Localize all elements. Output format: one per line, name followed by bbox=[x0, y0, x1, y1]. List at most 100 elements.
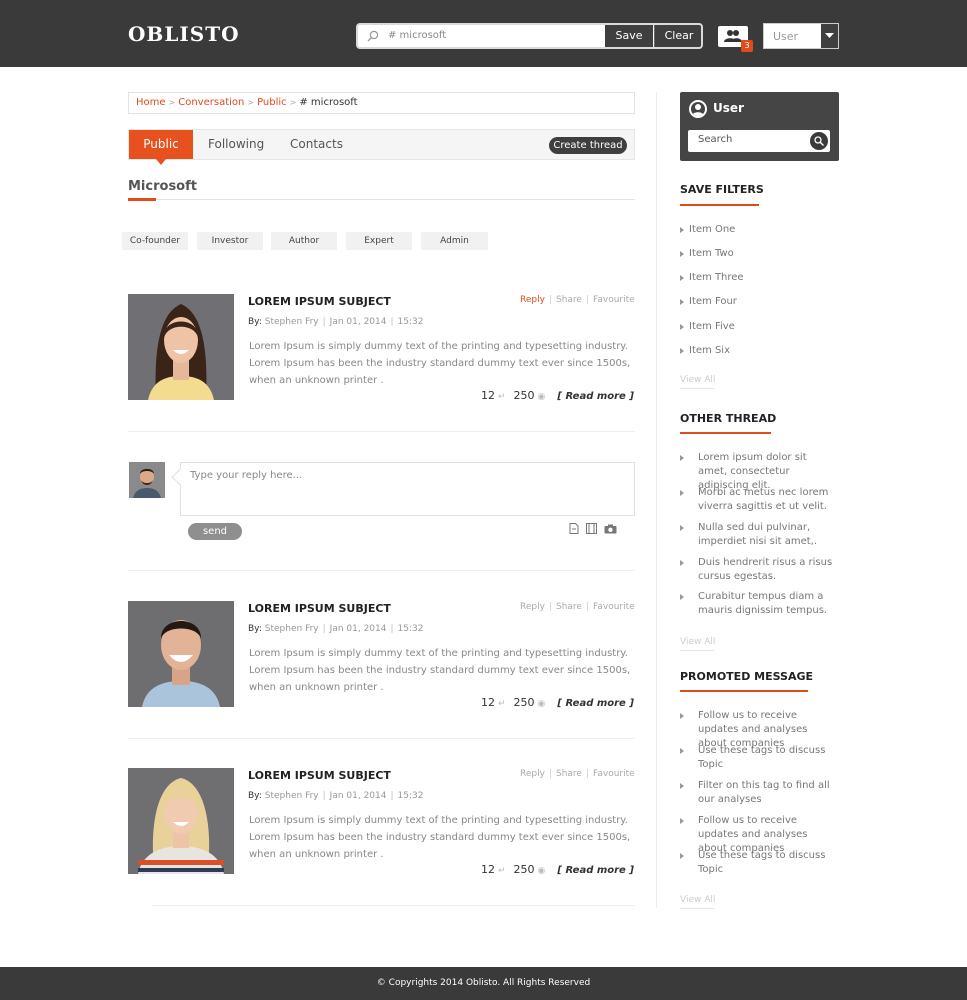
search-bar[interactable]: # microsoft Save Clear bbox=[356, 23, 703, 49]
reply-count: 12 bbox=[481, 696, 495, 709]
tab-active-notch bbox=[156, 159, 166, 165]
thread-item-label: Morbi ac metus nec lorem viverra sagitti… bbox=[698, 487, 829, 512]
post-date: Jan 01, 2014 bbox=[329, 624, 387, 634]
reply-link[interactable]: Reply bbox=[520, 769, 545, 779]
view-count: 250 bbox=[513, 863, 535, 876]
bullet-icon bbox=[680, 324, 684, 330]
man-photo bbox=[129, 462, 165, 498]
favourite-link[interactable]: Favourite bbox=[593, 295, 635, 305]
bullet-icon bbox=[680, 748, 684, 754]
user-name: User bbox=[713, 101, 744, 115]
by-label: By: bbox=[248, 791, 262, 801]
role-tag-cofounder[interactable]: Co-founder bbox=[122, 232, 188, 250]
view-all-link[interactable]: View All bbox=[680, 375, 715, 385]
send-button[interactable]: send bbox=[188, 523, 242, 540]
post-date: Jan 01, 2014 bbox=[329, 317, 387, 327]
dropdown-toggle[interactable] bbox=[821, 24, 838, 48]
search-placeholder: Search bbox=[698, 134, 733, 145]
bullet-icon bbox=[680, 783, 684, 789]
post-avatar[interactable] bbox=[128, 601, 234, 707]
reply-icon: ↵ bbox=[498, 699, 506, 709]
action-sep: | bbox=[585, 295, 590, 305]
view-all-link[interactable]: View All bbox=[680, 637, 715, 647]
filter-item-label: Item Three bbox=[689, 272, 744, 283]
promoted-item-label: Use these tags to discuss Topic bbox=[698, 745, 826, 770]
reply-textarea[interactable]: Type your reply here... bbox=[171, 462, 635, 516]
sidebar-search-button[interactable] bbox=[810, 132, 828, 150]
section-divider bbox=[128, 198, 635, 201]
bullet-icon bbox=[680, 348, 684, 354]
breadcrumb-public[interactable]: Public bbox=[257, 97, 287, 108]
post-time: 15:32 bbox=[397, 624, 424, 634]
view-count: 250 bbox=[513, 389, 535, 402]
sidebar-search-input[interactable]: Search bbox=[688, 130, 830, 152]
view-count: 250 bbox=[513, 696, 535, 709]
favourite-link[interactable]: Favourite bbox=[593, 769, 635, 779]
post-divider bbox=[152, 905, 635, 906]
reply-count: 12 bbox=[481, 863, 495, 876]
view-all-underline bbox=[680, 650, 714, 651]
view-all-underline bbox=[680, 908, 714, 909]
role-tag-admin[interactable]: Admin bbox=[421, 232, 488, 250]
tab-following[interactable]: Following bbox=[208, 130, 264, 159]
share-link[interactable]: Share bbox=[556, 295, 582, 305]
bullet-icon bbox=[680, 853, 684, 859]
breadcrumb-conversation[interactable]: Conversation bbox=[178, 97, 244, 108]
role-tag-expert[interactable]: Expert bbox=[346, 232, 412, 250]
document-icon[interactable] bbox=[569, 523, 579, 537]
post-body: Lorem Ipsum is simply dummy text of the … bbox=[249, 815, 631, 860]
film-icon[interactable] bbox=[586, 523, 598, 537]
footer: © Copyrights 2014 Oblisto. All Rights Re… bbox=[0, 967, 967, 1000]
filter-item-label: Item Five bbox=[689, 321, 735, 332]
post-title[interactable]: LOREM IPSUM SUBJECT bbox=[248, 602, 391, 615]
user-dropdown[interactable]: User bbox=[763, 23, 839, 49]
tab-label: Public bbox=[143, 137, 179, 151]
post-time: 15:32 bbox=[397, 791, 424, 801]
post-actions: Reply | Share | Favourite bbox=[520, 295, 635, 305]
tab-contacts[interactable]: Contacts bbox=[290, 130, 343, 159]
share-link[interactable]: Share bbox=[556, 602, 582, 612]
view-all-link[interactable]: View All bbox=[680, 895, 715, 905]
bullet-icon bbox=[680, 594, 684, 600]
post-title[interactable]: LOREM IPSUM SUBJECT bbox=[248, 295, 391, 308]
favourite-link[interactable]: Favourite bbox=[593, 602, 635, 612]
action-sep: | bbox=[548, 295, 552, 305]
by-label: By: bbox=[248, 624, 262, 634]
user-dropdown-value: User bbox=[773, 30, 799, 43]
action-sep: | bbox=[548, 769, 552, 779]
read-more-link[interactable]: [ Read more ] bbox=[557, 391, 633, 402]
tab-public[interactable]: Public bbox=[129, 130, 193, 165]
reply-icon: ↵ bbox=[498, 392, 506, 402]
search-input[interactable]: # microsoft bbox=[388, 30, 446, 41]
reply-avatar bbox=[129, 462, 165, 498]
post-title[interactable]: LOREM IPSUM SUBJECT bbox=[248, 769, 391, 782]
share-link[interactable]: Share bbox=[556, 769, 582, 779]
post-author[interactable]: Stephen Fry bbox=[265, 624, 319, 634]
read-more-link[interactable]: [ Read more ] bbox=[557, 698, 633, 709]
by-label: By: bbox=[248, 317, 262, 327]
role-tag-author[interactable]: Author bbox=[271, 232, 337, 250]
clear-button[interactable]: Clear bbox=[654, 25, 701, 47]
man-photo bbox=[128, 601, 234, 707]
post-avatar[interactable] bbox=[128, 768, 234, 874]
role-tag-investor[interactable]: Investor bbox=[197, 232, 263, 250]
post-time: 15:32 bbox=[397, 317, 424, 327]
save-filters-underline bbox=[680, 204, 759, 206]
logo[interactable]: OBLISTO bbox=[128, 22, 240, 46]
post-author[interactable]: Stephen Fry bbox=[265, 791, 319, 801]
meta-sep: | bbox=[322, 317, 326, 327]
reply-link[interactable]: Reply bbox=[520, 295, 545, 305]
bullet-icon bbox=[680, 818, 684, 824]
create-thread-button[interactable]: Create thread bbox=[549, 137, 627, 154]
breadcrumb-home[interactable]: Home bbox=[136, 97, 166, 108]
bullet-icon bbox=[680, 525, 684, 531]
reply-link[interactable]: Reply bbox=[520, 602, 545, 612]
camera-icon[interactable] bbox=[604, 524, 617, 537]
users-icon bbox=[724, 30, 742, 42]
post-author[interactable]: Stephen Fry bbox=[265, 317, 319, 327]
post-avatar[interactable] bbox=[128, 294, 234, 400]
post-actions: Reply | Share | Favourite bbox=[520, 769, 635, 779]
search-icon bbox=[367, 30, 379, 42]
save-button[interactable]: Save bbox=[605, 25, 653, 47]
read-more-link[interactable]: [ Read more ] bbox=[557, 865, 633, 876]
